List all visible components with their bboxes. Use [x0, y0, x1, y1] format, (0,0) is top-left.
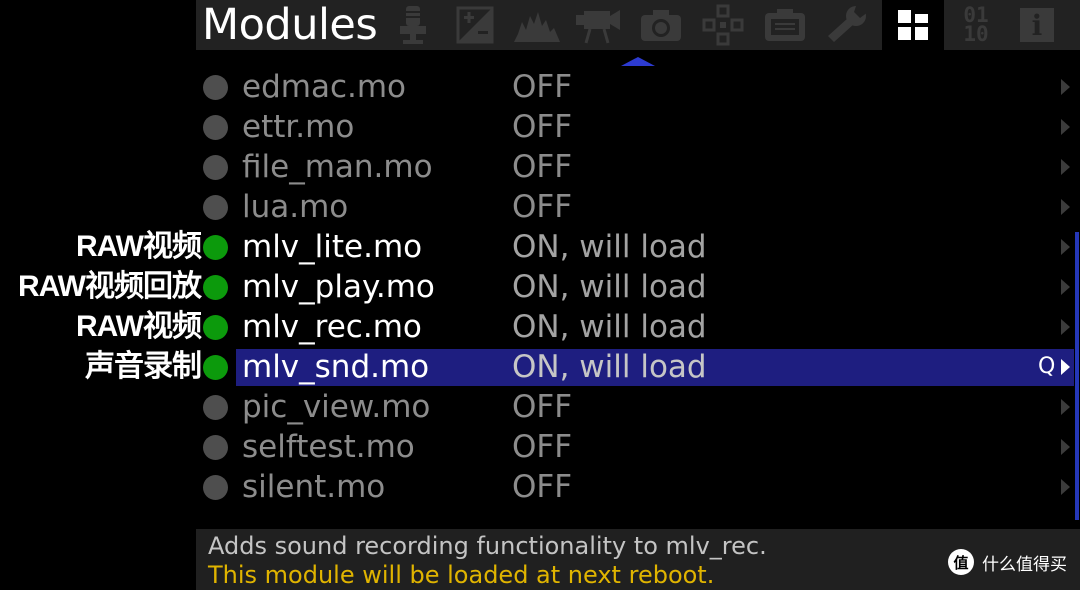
scrollbar[interactable]: [1075, 232, 1079, 520]
chevron-right-icon[interactable]: [1061, 159, 1070, 175]
status-dot: [203, 195, 228, 220]
page-title: Modules: [202, 0, 378, 50]
list-item[interactable]: RAW视频 mlv_lite.mo ON, will load: [0, 228, 1080, 266]
module-name: silent.mo: [242, 469, 386, 505]
display-icon: [765, 9, 805, 41]
chevron-right-icon[interactable]: [1061, 199, 1070, 215]
camera-icon: [641, 10, 681, 41]
modules-grid-icon: [898, 10, 928, 40]
watermark: 值 什么值得买: [948, 549, 1067, 575]
status-dot: [203, 355, 228, 380]
module-name: selftest.mo: [242, 429, 415, 465]
status-dot: [203, 75, 228, 100]
chevron-right-icon[interactable]: [1061, 119, 1070, 135]
status-dot: [203, 395, 228, 420]
quick-key-label: Q: [1038, 354, 1056, 379]
module-status: OFF: [512, 69, 573, 105]
watermark-text: 什么值得买: [982, 554, 1067, 575]
tab-focus[interactable]: [692, 0, 754, 50]
status-dot: [203, 275, 228, 300]
module-name: mlv_play.mo: [242, 269, 435, 305]
module-status: ON, will load: [512, 269, 707, 305]
module-status: OFF: [512, 389, 573, 425]
active-tab-indicator: [621, 57, 655, 66]
list-item[interactable]: file_man.mo OFF: [0, 148, 1080, 186]
annotation-label: 声音录制: [85, 350, 202, 383]
exposure-icon: [456, 6, 494, 44]
module-name: ettr.mo: [242, 109, 355, 145]
module-status: ON, will load: [512, 229, 707, 265]
module-status: OFF: [512, 109, 573, 145]
help-warning: This module will be loaded at next reboo…: [208, 561, 715, 589]
list-item[interactable]: RAW视频 mlv_rec.mo ON, will load: [0, 308, 1080, 346]
module-status: OFF: [512, 469, 573, 505]
movie-camera-icon: [576, 10, 620, 44]
status-dot: [203, 435, 228, 460]
chevron-right-icon[interactable]: [1061, 439, 1070, 455]
module-status: ON, will load: [512, 349, 707, 385]
histogram-icon: [514, 12, 560, 42]
chevron-right-icon[interactable]: [1061, 359, 1070, 375]
tab-debug[interactable]: 01 10: [945, 0, 1007, 50]
chevron-right-icon[interactable]: [1061, 279, 1070, 295]
chevron-right-icon[interactable]: [1061, 399, 1070, 415]
module-status: OFF: [512, 149, 573, 185]
tab-prefs[interactable]: [816, 0, 878, 50]
module-name: file_man.mo: [242, 149, 433, 185]
microphone-icon: [400, 6, 426, 44]
status-dot: [203, 155, 228, 180]
module-name: mlv_lite.mo: [242, 229, 423, 265]
help-description: Adds sound recording functionality to ml…: [208, 532, 767, 560]
tab-movie[interactable]: [568, 0, 630, 50]
list-item[interactable]: pic_view.mo OFF: [0, 388, 1080, 426]
status-dot: [203, 115, 228, 140]
chevron-right-icon[interactable]: [1061, 319, 1070, 335]
chevron-right-icon[interactable]: [1061, 239, 1070, 255]
module-name: edmac.mo: [242, 69, 407, 105]
list-item[interactable]: ettr.mo OFF: [0, 108, 1080, 146]
module-status: OFF: [512, 189, 573, 225]
list-item[interactable]: RAW视频回放 mlv_play.mo ON, will load: [0, 268, 1080, 306]
tab-modules[interactable]: [882, 0, 944, 50]
annotation-label: RAW视频: [76, 230, 202, 263]
status-dot: [203, 315, 228, 340]
list-item[interactable]: silent.mo OFF: [0, 468, 1080, 506]
list-item[interactable]: edmac.mo OFF: [0, 68, 1080, 106]
annotation-label: RAW视频: [76, 310, 202, 343]
list-item[interactable]: selftest.mo OFF: [0, 428, 1080, 466]
annotation-label: RAW视频回放: [18, 270, 202, 303]
tab-help[interactable]: i: [1006, 0, 1068, 50]
module-name: lua.mo: [242, 189, 349, 225]
status-dot: [203, 475, 228, 500]
tab-shoot[interactable]: [630, 0, 692, 50]
wrench-icon: [828, 6, 868, 42]
list-item[interactable]: lua.mo OFF: [0, 188, 1080, 226]
tab-display[interactable]: [754, 0, 816, 50]
watermark-logo: 值: [948, 549, 974, 575]
menu-header: Modules 01 10 i: [196, 0, 1080, 50]
info-icon: i: [1020, 8, 1054, 42]
tab-audio[interactable]: [382, 0, 444, 50]
module-name: mlv_snd.mo: [242, 349, 430, 385]
status-dot: [203, 235, 228, 260]
chevron-right-icon[interactable]: [1061, 479, 1070, 495]
tab-overlay[interactable]: [506, 0, 568, 50]
list-item-selected[interactable]: 声音录制 mlv_snd.mo ON, will load Q: [0, 348, 1080, 386]
module-status: OFF: [512, 429, 573, 465]
module-name: pic_view.mo: [242, 389, 431, 425]
debug-binary-icon: 01 10: [963, 3, 989, 46]
chevron-right-icon[interactable]: [1061, 79, 1070, 95]
tab-exposure[interactable]: [444, 0, 506, 50]
focus-cross-icon: [702, 4, 744, 46]
module-status: ON, will load: [512, 309, 707, 345]
module-name: mlv_rec.mo: [242, 309, 422, 345]
